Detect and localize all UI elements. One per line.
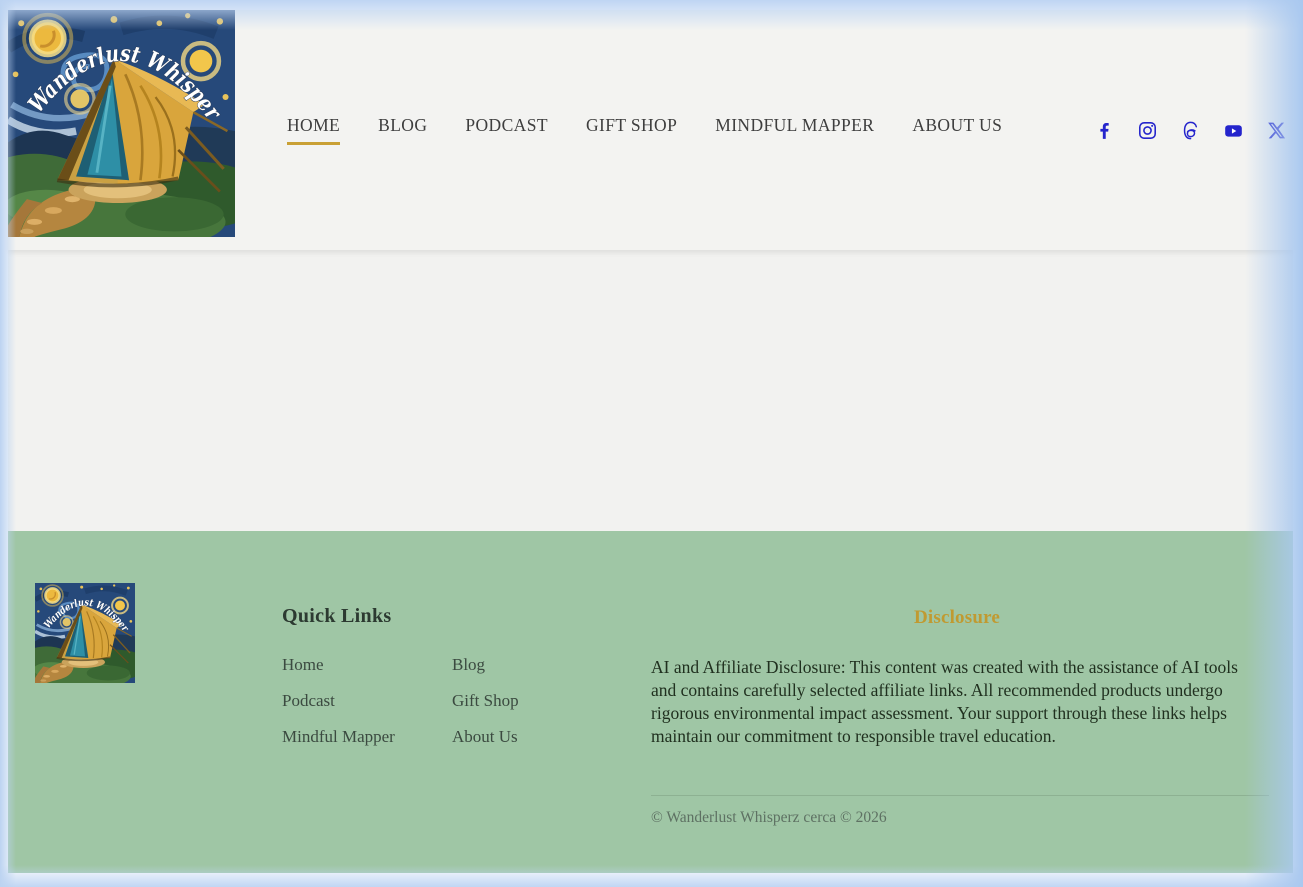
nav-item-podcast[interactable]: PODCAST — [465, 115, 548, 145]
threads-icon[interactable] — [1180, 120, 1201, 141]
nav-item-about-us[interactable]: ABOUT US — [912, 115, 1002, 145]
nav-item-mindful-mapper[interactable]: MINDFUL MAPPER — [715, 115, 874, 145]
footer-link-mindful-mapper[interactable]: Mindful Mapper — [282, 727, 452, 747]
footer-link-gift-shop[interactable]: Gift Shop — [452, 691, 519, 711]
site-footer: Quick Links Home Blog Podcast Gift Shop … — [8, 531, 1293, 873]
nav-item-home[interactable]: HOME — [287, 115, 340, 145]
page-frame: HOME BLOG PODCAST GIFT SHOP MINDFUL MAPP… — [8, 10, 1293, 873]
disclosure-section: Disclosure AI and Affiliate Disclosure: … — [651, 607, 1263, 748]
footer-link-podcast[interactable]: Podcast — [282, 691, 452, 711]
x-icon[interactable] — [1266, 120, 1287, 141]
main-content — [8, 250, 1293, 531]
quick-links-title: Quick Links — [282, 605, 519, 628]
site-logo[interactable] — [8, 10, 235, 237]
disclosure-text: AI and Affiliate Disclosure: This conten… — [651, 656, 1263, 748]
nav-item-gift-shop[interactable]: GIFT SHOP — [586, 115, 677, 145]
quick-links-grid: Home Blog Podcast Gift Shop Mindful Mapp… — [282, 655, 519, 747]
footer-link-blog[interactable]: Blog — [452, 655, 519, 675]
main-nav: HOME BLOG PODCAST GIFT SHOP MINDFUL MAPP… — [287, 115, 1002, 145]
footer-logo[interactable] — [35, 583, 135, 683]
site-header: HOME BLOG PODCAST GIFT SHOP MINDFUL MAPP… — [8, 10, 1293, 250]
social-links — [1094, 120, 1287, 141]
facebook-icon[interactable] — [1094, 120, 1115, 141]
copyright-text: © Wanderlust Whisperz cerca © 2026 — [651, 809, 887, 826]
footer-link-home[interactable]: Home — [282, 655, 452, 675]
copyright-divider: © Wanderlust Whisperz cerca © 2026 — [651, 795, 1269, 827]
footer-link-about-us[interactable]: About Us — [452, 727, 519, 747]
disclosure-title: Disclosure — [651, 607, 1263, 629]
quick-links-section: Quick Links Home Blog Podcast Gift Shop … — [282, 605, 519, 747]
nav-item-blog[interactable]: BLOG — [378, 115, 427, 145]
instagram-icon[interactable] — [1137, 120, 1158, 141]
youtube-icon[interactable] — [1223, 120, 1244, 141]
